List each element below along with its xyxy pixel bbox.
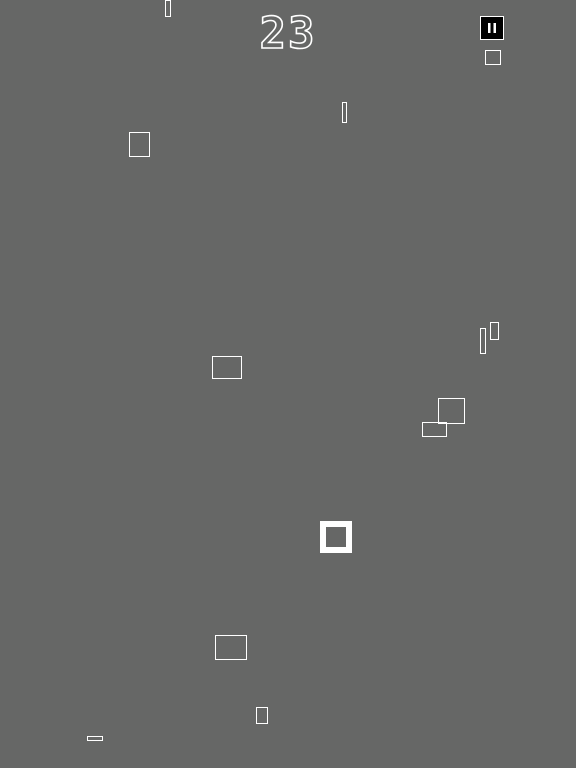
obstacle-block	[438, 398, 465, 424]
score-counter: 23	[259, 8, 317, 59]
obstacle-block	[342, 102, 347, 123]
pause-button[interactable]	[480, 16, 504, 40]
obstacle-block	[422, 422, 447, 437]
obstacle-block	[490, 322, 499, 340]
game-field[interactable]: 23	[0, 0, 576, 768]
obstacle-block	[87, 736, 103, 741]
pause-icon	[488, 23, 496, 33]
obstacle-block	[165, 0, 171, 17]
obstacle-block	[485, 50, 501, 65]
obstacle-block	[480, 328, 486, 354]
obstacle-block	[215, 635, 247, 660]
obstacle-block	[129, 132, 150, 157]
obstacle-block	[256, 707, 268, 724]
obstacle-block	[212, 356, 242, 379]
player-square[interactable]	[320, 521, 352, 553]
